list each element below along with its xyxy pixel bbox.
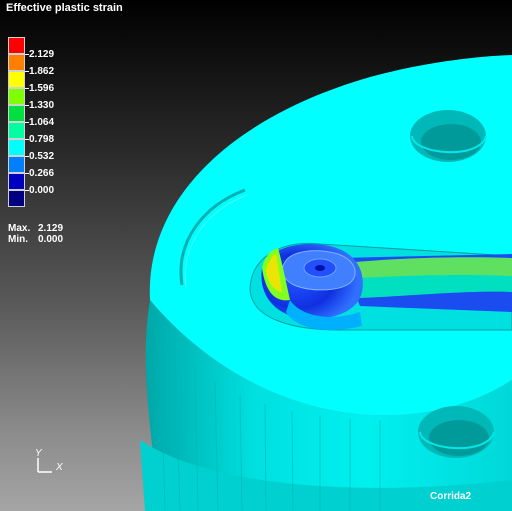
legend-label: 2.129 xyxy=(29,49,55,60)
max-label: Max. xyxy=(8,223,31,234)
min-row: Min. 0.000 xyxy=(8,234,63,245)
legend-swatch xyxy=(8,54,25,71)
legend-label: 1.064 xyxy=(29,117,55,128)
model-scene[interactable] xyxy=(0,0,512,511)
max-value: 2.129 xyxy=(38,223,64,234)
legend-swatch xyxy=(8,139,25,156)
min-value: 0.000 xyxy=(38,234,64,245)
legend-swatch xyxy=(8,190,25,207)
legend-label: 1.330 xyxy=(29,100,55,111)
legend-label: 0.798 xyxy=(29,134,55,145)
plot-title: Effective plastic strain xyxy=(6,2,123,14)
legend-swatch xyxy=(8,122,25,139)
viewport[interactable]: Effective plastic strain 2.129 1.862 1.596… xyxy=(0,0,512,511)
max-row: Max. 2.129 xyxy=(8,223,63,234)
min-max-stats: Max. 2.129 Min. 0.000 xyxy=(8,223,63,245)
legend-label: 0.266 xyxy=(29,168,55,179)
bolt-hole-top-inner xyxy=(421,124,481,160)
legend-label: 0.532 xyxy=(29,151,55,162)
axis-triad: Y X xyxy=(35,448,63,473)
min-label: Min. xyxy=(8,234,28,245)
legend-swatch xyxy=(8,88,25,105)
legend-label: 0.000 xyxy=(29,185,55,196)
triad-y-label: Y xyxy=(35,448,43,459)
bolt-hole-bottom-inner xyxy=(429,420,489,456)
legend-swatch xyxy=(8,105,25,122)
legend-swatch xyxy=(8,71,25,88)
legend-label: 1.862 xyxy=(29,66,55,77)
legend-swatch xyxy=(8,173,25,190)
legend-swatch xyxy=(8,156,25,173)
part-head-hole xyxy=(315,265,325,271)
legend-swatch xyxy=(8,37,25,54)
run-name-label: Corrida2 xyxy=(430,491,472,502)
legend-label: 1.596 xyxy=(29,83,55,94)
triad-x-label: X xyxy=(55,462,63,473)
